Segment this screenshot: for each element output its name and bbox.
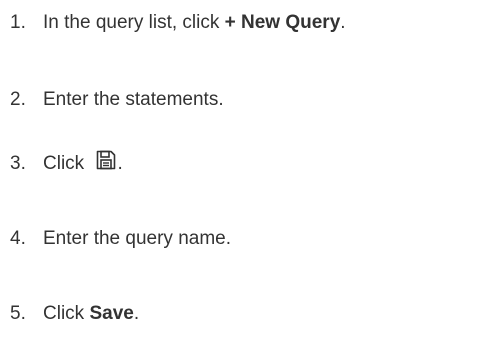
save-label: Save — [89, 303, 134, 324]
new-query-label: + New Query — [224, 12, 341, 33]
step-text-before: In the query list, click — [43, 12, 225, 33]
step-text: Enter the query name. — [43, 228, 231, 249]
step-number: 1. — [10, 12, 26, 33]
step-5: 5. Click Save. — [10, 300, 139, 328]
step-text-before: Click — [43, 303, 90, 324]
step-number: 4. — [10, 228, 26, 249]
step-text-before: Click — [43, 153, 90, 174]
step-text: Enter the statements. — [43, 89, 224, 110]
step-number: 3. — [10, 153, 26, 174]
step-text: Click . — [43, 150, 123, 178]
step-2: 2. Enter the statements. — [10, 86, 224, 114]
step-1: 1. In the query list, click + New Query. — [10, 9, 346, 37]
step-3: 3. Click . — [10, 150, 123, 178]
step-text: In the query list, click + New Query. — [43, 9, 346, 37]
step-number: 2. — [10, 89, 26, 110]
step-4: 4. Enter the query name. — [10, 225, 231, 253]
save-icon — [95, 149, 117, 171]
step-number: 5. — [10, 303, 26, 324]
step-text-after: . — [117, 153, 123, 174]
step-text: Click Save. — [43, 300, 139, 328]
step-text-after: . — [133, 303, 140, 324]
step-text-after: . — [340, 12, 346, 33]
